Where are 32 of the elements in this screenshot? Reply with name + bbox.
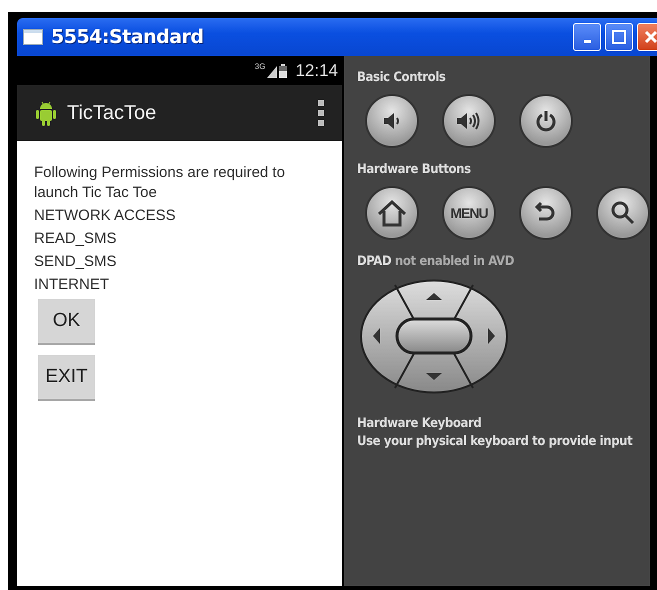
house-icon [377, 199, 407, 227]
battery-icon [279, 64, 288, 78]
overflow-menu-icon[interactable] [318, 100, 324, 126]
signal-icon [267, 64, 278, 78]
close-icon [644, 30, 657, 44]
permission-item: NETWORK ACCESS [34, 206, 176, 226]
minimize-icon [584, 40, 590, 42]
power-icon [534, 109, 558, 133]
exit-button[interactable]: EXIT [38, 355, 95, 401]
keyboard-note: Use your physical keyboard to provide input [357, 434, 632, 449]
menu-button[interactable]: MENU [442, 186, 496, 240]
permission-message: Following Permissions are required to launch Tic Tac Toe [34, 163, 286, 203]
permission-item: INTERNET [34, 275, 109, 295]
permission-item: READ_SMS [34, 229, 117, 249]
keyboard-label: Hardware Keyboard [357, 416, 482, 431]
dpad-label: DPAD not enabled in AVD [357, 254, 514, 269]
window-title: 5554:Standard [51, 26, 204, 48]
permission-item: SEND_SMS [34, 252, 117, 272]
window-icon [23, 29, 43, 45]
section-label: Hardware Buttons [357, 162, 471, 177]
minimize-button[interactable] [573, 23, 601, 51]
dpad-control[interactable] [359, 279, 509, 394]
ok-button[interactable]: OK [38, 299, 95, 345]
robot-icon [35, 100, 57, 126]
clock: 12:14 [295, 60, 338, 80]
maximize-icon [612, 30, 626, 44]
maximize-button[interactable] [605, 23, 633, 51]
search-icon [610, 200, 636, 226]
close-button[interactable] [637, 23, 657, 51]
app-title: TicTacToe [67, 102, 156, 124]
network-label: 3G [254, 62, 266, 71]
section-label: Basic Controls [357, 70, 446, 85]
